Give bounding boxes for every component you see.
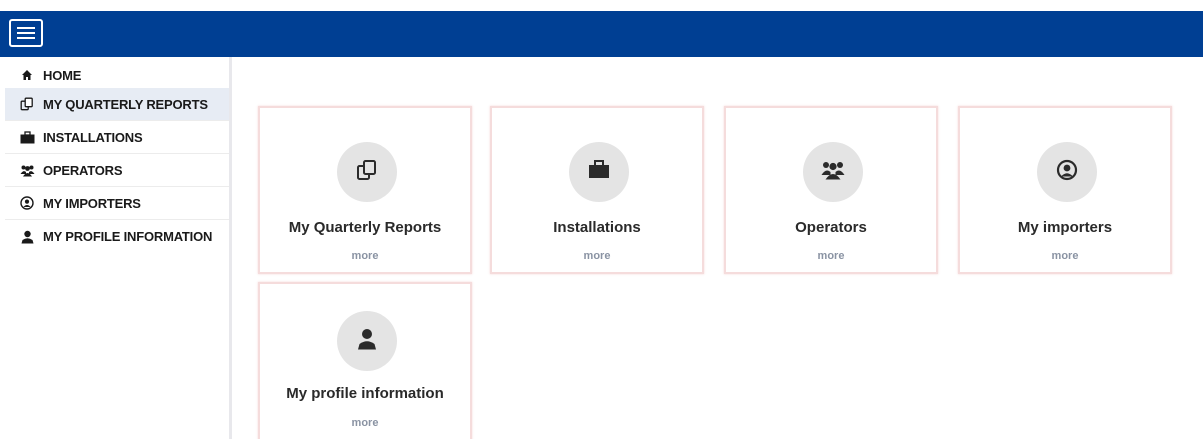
sidebar-item-my-profile-information[interactable]: MY PROFILE INFORMATION (5, 220, 229, 253)
hamburger-menu-icon (17, 27, 35, 29)
card-installations[interactable]: Installations more (490, 106, 704, 274)
sidebar-item-label: INSTALLATIONS (43, 129, 143, 145)
sidebar: HOME MY QUARTERLY REPORTS INSTALLATIONS … (0, 57, 232, 439)
card-title: My importers (1017, 219, 1113, 236)
card-icon-circle (337, 142, 397, 202)
sidebar-item-label: MY PROFILE INFORMATION (43, 229, 213, 244)
card-my-profile-information[interactable]: My profile information more (258, 282, 472, 439)
card-title: My Quarterly Reports (288, 219, 442, 236)
sidebar-item-my-quarterly-reports[interactable]: MY QUARTERLY REPORTS (5, 88, 229, 121)
sidebar-item-label: MY QUARTERLY REPORTS (43, 96, 208, 112)
card-operators[interactable]: Operators more (724, 106, 938, 274)
card-icon-circle (803, 142, 863, 202)
card-icon-circle (569, 142, 629, 202)
card-more-link[interactable]: more (260, 250, 470, 262)
card-title: My profile information (286, 385, 444, 402)
card-more-link[interactable]: more (726, 250, 936, 262)
copy-documents-icon (19, 97, 35, 111)
sidebar-item-label: HOME (43, 67, 82, 83)
top-strip (0, 0, 1203, 11)
user-circle-icon (1056, 159, 1078, 186)
briefcase-icon (588, 160, 610, 184)
card-my-quarterly-reports[interactable]: My Quarterly Reports more (258, 106, 472, 274)
users-icon (19, 163, 35, 177)
top-navigation-bar (0, 0, 1203, 57)
card-more-link[interactable]: more (492, 250, 702, 262)
sidebar-item-installations[interactable]: INSTALLATIONS (5, 121, 229, 154)
card-icon-circle (337, 311, 397, 371)
card-title: Operators (795, 219, 867, 236)
hamburger-menu-button[interactable] (9, 19, 43, 47)
card-more-link[interactable]: more (960, 250, 1170, 262)
copy-documents-icon (356, 159, 378, 186)
users-icon (821, 160, 845, 185)
briefcase-icon (19, 130, 35, 144)
sidebar-item-label: OPERATORS (43, 162, 123, 178)
card-title: Installations (553, 219, 641, 236)
card-icon-circle (1037, 142, 1097, 202)
card-my-importers[interactable]: My importers more (958, 106, 1172, 274)
card-more-link[interactable]: more (260, 417, 470, 429)
sidebar-item-my-importers[interactable]: MY IMPORTERS (5, 187, 229, 220)
user-icon (19, 230, 35, 244)
sidebar-item-label: MY IMPORTERS (43, 195, 141, 211)
home-icon (19, 68, 35, 82)
user-circle-icon (19, 196, 35, 210)
sidebar-item-operators[interactable]: OPERATORS (5, 154, 229, 187)
user-icon (357, 328, 377, 355)
